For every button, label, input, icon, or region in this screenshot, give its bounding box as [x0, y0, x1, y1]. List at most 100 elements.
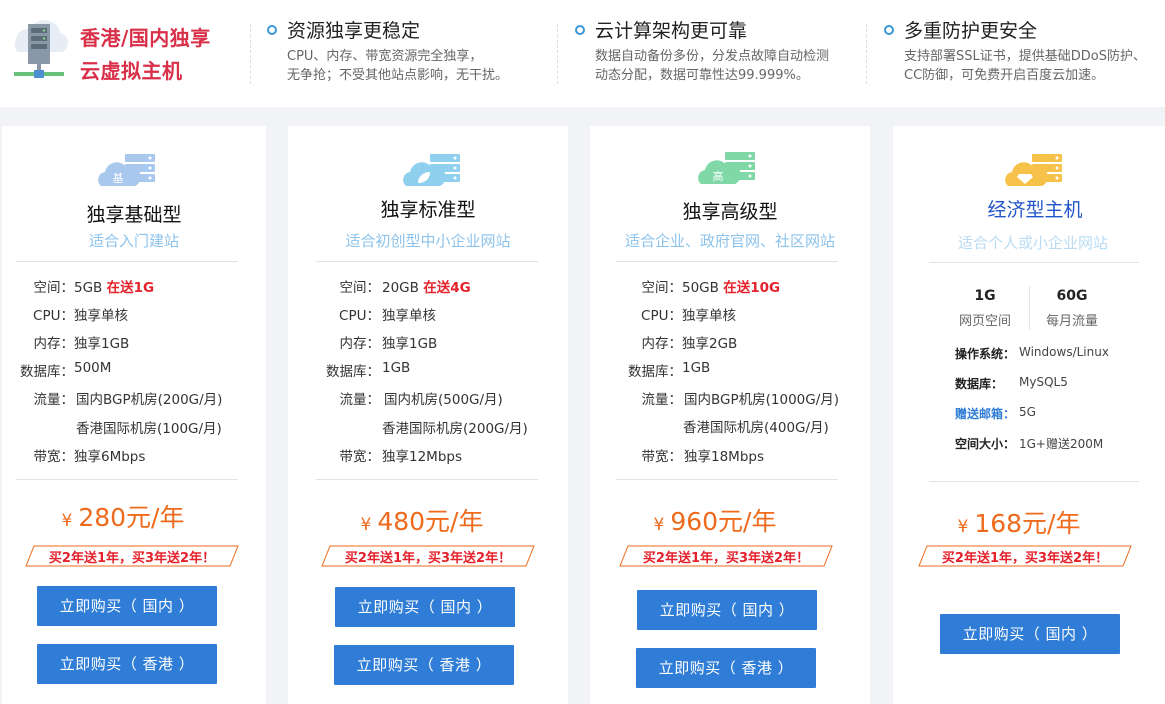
feature-desc: CPU、内存、带宽资源完全独享， 无争抢；不受其他站点影响，无干扰。	[287, 47, 508, 85]
server-icon	[14, 20, 69, 78]
feature-desc: 支持部署SSL证书，提供基础DDoS防护、 CC防御，可免费开启百度云加速。	[904, 47, 1146, 85]
plan-subtitle: 适合入门建站	[88, 232, 179, 250]
buy-domestic-button[interactable]: 立即购买（ 国内 ）	[637, 590, 817, 630]
spec-label: CPU：	[339, 308, 380, 324]
icon-badge-text: 高	[713, 169, 724, 183]
divider	[616, 479, 838, 480]
buy-domestic-button[interactable]: 立即购买（ 国内 ）	[37, 586, 217, 626]
currency-symbol: ¥	[653, 515, 665, 535]
divider	[16, 261, 238, 262]
promo-badge: 买2年送1年，买3年送2年！	[917, 544, 1133, 568]
promo-badge: 买2年送1年，买3年送2年！	[24, 544, 240, 568]
divider	[316, 261, 538, 262]
price-value: 480元/年	[377, 507, 484, 536]
spec-value: 5G	[1019, 405, 1036, 419]
divider	[250, 24, 251, 84]
gift-badge: 在送10G	[723, 280, 781, 296]
feature-desc-line: 无争抢；不受其他站点影响，无干扰。	[287, 68, 509, 83]
spec-label: 内存：	[339, 336, 381, 352]
spec-label: 空间：	[641, 280, 683, 296]
spec-label: 空间大小：	[955, 437, 1016, 451]
spec-label: CPU：	[33, 308, 74, 324]
spec-value: 独享12Mbps	[382, 449, 462, 465]
promo-badge: 买2年送1年，买3年送2年！	[618, 544, 834, 568]
spec-label: 带宽：	[339, 449, 381, 465]
spec-value: 独享18Mbps	[684, 449, 764, 465]
buy-hongkong-button[interactable]: 立即购买（ 香港 ）	[37, 644, 217, 684]
spec-value: 国内机房(500G/月)	[384, 392, 503, 408]
buy-domestic-button[interactable]: 立即购买（ 国内 ）	[940, 614, 1120, 654]
spec-value: 香港国际机房(400G/月)	[683, 420, 829, 436]
spec-label: 操作系统：	[955, 347, 1016, 361]
feature-banner: 香港/国内独享 云虚拟主机 资源独享更稳定 CPU、内存、带宽资源完全独享， 无…	[0, 0, 1165, 107]
spec-value: 1GB	[682, 360, 711, 376]
banner-title-line2: 云虚拟主机	[80, 59, 183, 83]
spec-label: 空间：	[339, 280, 381, 296]
spec-value: 50GB 在送10G	[682, 276, 780, 296]
buy-domestic-button[interactable]: 立即购买（ 国内 ）	[335, 587, 515, 627]
plan-subtitle: 适合初创型中小企业网站	[345, 232, 511, 250]
spec-value: 独享单核	[74, 308, 128, 324]
divider	[16, 479, 238, 480]
metric-value: 1G	[974, 288, 996, 304]
spec-label: 数据库：	[326, 364, 380, 380]
plan-card-basic: 基 独享基础型 适合入门建站 空间： 5GB 在送1G CPU： 独享单核 内存：独…	[2, 126, 266, 704]
spec-value: 5GB 在送1G	[74, 276, 154, 296]
plan-name: 独享高级型	[682, 201, 778, 223]
plan-name: 经济型主机	[987, 199, 1083, 221]
feature-title: 多重防护更安全	[904, 20, 1038, 42]
spec-value: 500M	[74, 360, 112, 376]
plan-card-advanced: 高 独享高级型 适合企业、政府官网、社区网站 空间： 50GB 在送10G CPU…	[590, 126, 870, 704]
spec-label: 赠送邮箱：	[955, 407, 1016, 421]
icon-badge-text: 基	[113, 172, 124, 185]
plan-name: 独享基础型	[86, 204, 182, 226]
spec-value-text: 20GB	[382, 280, 419, 296]
spec-value: 香港国际机房(100G/月)	[76, 421, 222, 437]
spec-label: CPU：	[641, 308, 682, 324]
feature-desc-line: CPU、内存、带宽资源完全独享，	[287, 49, 483, 64]
spec-value: 独享单核	[382, 308, 436, 324]
buy-hongkong-button[interactable]: 立即购买（ 香港 ）	[636, 648, 816, 688]
banner-title-line1: 香港/国内独享	[80, 26, 211, 50]
spec-value: 独享2GB	[682, 336, 738, 352]
spec-value: 国内BGP机房(1000G/月)	[684, 392, 840, 408]
feature-desc: 数据自动备份多份，分发点故障自动检测 动态分配，数据可靠性达99.999%。	[595, 47, 829, 85]
spec-label: 流量：	[33, 392, 75, 408]
gift-badge: 在送1G	[106, 280, 155, 296]
spec-value: 独享1GB	[382, 336, 438, 352]
promo-text: 买2年送1年，买3年送2年！	[344, 551, 512, 566]
divider	[616, 261, 838, 262]
bullet-ring-icon	[267, 25, 277, 35]
price: ¥168元/年	[893, 504, 1165, 540]
buy-hongkong-button[interactable]: 立即购买（ 香港 ）	[334, 645, 514, 685]
spec-value: 1GB	[382, 360, 411, 376]
currency-symbol: ¥	[957, 517, 969, 537]
spec-value: 独享单核	[682, 308, 736, 324]
spec-value: 国内BGP机房(200G/月)	[76, 392, 223, 408]
spec-value: Windows/Linux	[1019, 345, 1109, 359]
divider	[1029, 286, 1030, 330]
metric-label: 每月流量	[1045, 314, 1098, 329]
spec-value: 20GB 在送4G	[382, 276, 471, 296]
plan-subtitle: 适合企业、政府官网、社区网站	[624, 232, 835, 250]
cloud-leaf-server-icon	[403, 154, 460, 186]
metric-space: 1G 网页空间	[945, 288, 1025, 329]
gift-badge: 在送4G	[423, 280, 471, 296]
spec-value-text: 50GB	[682, 280, 719, 296]
price-value: 168元/年	[974, 509, 1081, 538]
promo-text: 买2年送1年，买3年送2年！	[48, 551, 216, 566]
feature-desc-line: CC防御，可免费开启百度云加速。	[904, 68, 1105, 83]
currency-symbol: ¥	[360, 515, 372, 535]
metric-traffic: 60G 每月流量	[1032, 288, 1112, 329]
spec-label: 数据库：	[20, 364, 74, 380]
cloud-server-icon: 基	[98, 154, 155, 186]
metric-label: 网页空间	[958, 314, 1011, 329]
spec-label: 数据库：	[955, 377, 1004, 391]
cloud-diamond-server-icon	[1005, 154, 1062, 186]
spec-value: 1G+赠送200M	[1019, 437, 1104, 451]
plan-card-standard: 独享标准型 适合初创型中小企业网站 空间： 20GB 在送4G CPU： 独享单核 …	[288, 126, 568, 704]
cloud-server-icon: 高	[698, 152, 755, 184]
promo-text: 买2年送1年，买3年送2年！	[642, 551, 810, 566]
bullet-ring-icon	[575, 25, 585, 35]
spec-value-text: 5GB	[74, 280, 103, 296]
